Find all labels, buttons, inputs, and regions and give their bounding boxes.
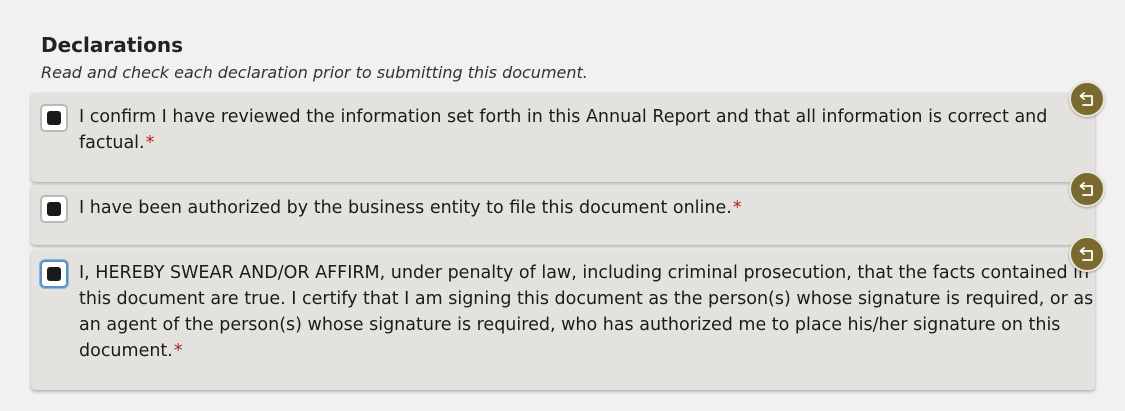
required-marker: *: [145, 133, 155, 153]
declarations-section: Declarations Read and check each declara…: [0, 0, 1125, 411]
declaration-card-3: I, HEREBY SWEAR AND/OR AFFIRM, under pen…: [31, 250, 1095, 390]
declaration-label-2: I have been authorized by the business e…: [79, 198, 732, 218]
declaration-checkbox-3[interactable]: [40, 260, 68, 288]
required-marker: *: [173, 341, 183, 361]
reset-declaration-3-button[interactable]: [1069, 236, 1105, 272]
reset-declaration-2-button[interactable]: [1069, 171, 1105, 207]
declaration-card-2: I have been authorized by the business e…: [31, 185, 1095, 245]
section-subtitle: Read and check each declaration prior to…: [41, 63, 588, 82]
section-title: Declarations: [41, 33, 184, 57]
declaration-text-3[interactable]: I, HEREBY SWEAR AND/OR AFFIRM, under pen…: [79, 260, 1095, 364]
declaration-checkbox-2[interactable]: [40, 195, 68, 223]
required-marker: *: [732, 198, 742, 218]
declaration-text-2[interactable]: I have been authorized by the business e…: [79, 195, 1095, 221]
reset-icon: [1079, 182, 1093, 196]
declaration-label-3: I, HEREBY SWEAR AND/OR AFFIRM, under pen…: [79, 263, 1094, 361]
declaration-checkbox-1[interactable]: [40, 104, 68, 132]
declaration-label-1: I confirm I have reviewed the informatio…: [79, 107, 1048, 153]
declaration-card-1: I confirm I have reviewed the informatio…: [31, 93, 1095, 182]
reset-icon: [1079, 247, 1093, 261]
declaration-text-1[interactable]: I confirm I have reviewed the informatio…: [79, 104, 1095, 156]
reset-declaration-1-button[interactable]: [1069, 81, 1105, 117]
reset-icon: [1079, 92, 1093, 106]
